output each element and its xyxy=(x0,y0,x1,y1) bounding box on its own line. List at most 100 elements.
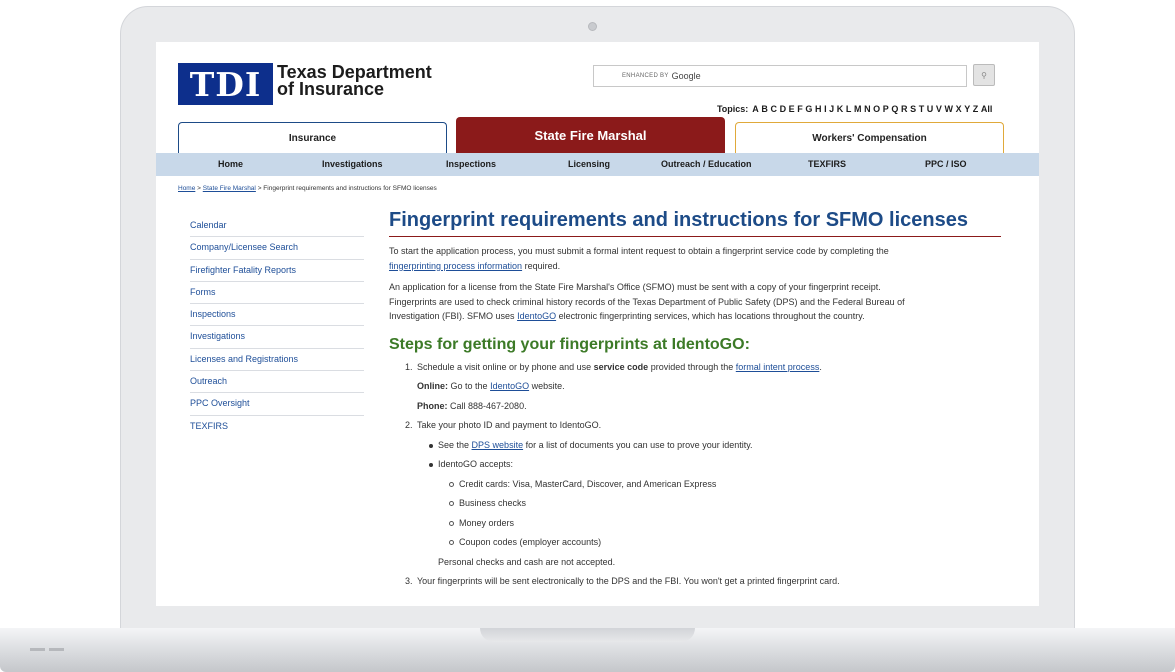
search-input[interactable]: ENHANCED BY Google xyxy=(593,65,967,87)
topic-letter-m[interactable]: M xyxy=(854,104,862,114)
circle-bullet-icon xyxy=(449,481,454,487)
identogo-website-link[interactable]: IdentoGO xyxy=(490,381,529,391)
topic-letter-u[interactable]: U xyxy=(927,104,934,114)
intro-text: To start the application process, you mu… xyxy=(389,246,889,256)
topic-letter-p[interactable]: P xyxy=(883,104,889,114)
intro-text-end: required. xyxy=(524,260,561,271)
step-3: 3. Your fingerprints will be sent electr… xyxy=(389,572,1001,592)
step-number: 2. xyxy=(405,420,413,430)
breadcrumb-state-fire-marshal[interactable]: State Fire Marshal xyxy=(203,185,256,192)
step-1-period: . xyxy=(819,361,822,372)
breadcrumb-separator: > xyxy=(197,185,201,192)
main-nav: Home Investigations Inspections Licensin… xyxy=(156,153,1039,176)
sidebar-item-investigations[interactable]: Investigations xyxy=(190,326,364,349)
topics-index: Topics: A B C D E F G H I J K L M N O P Q R S T U V W X Y Z All xyxy=(717,104,995,114)
intro-paragraph: To start the application process, you mu… xyxy=(389,244,1001,273)
logo-text[interactable]: Texas Department of Insurance xyxy=(277,63,432,98)
formal-intent-link[interactable]: formal intent process xyxy=(736,362,820,372)
topic-letter-w[interactable]: W xyxy=(944,104,953,114)
sidebar-item-calendar[interactable]: Calendar xyxy=(190,215,364,238)
application-text-1: An application for a license from the St… xyxy=(389,282,881,292)
tab-workers-compensation[interactable]: Workers' Compensation xyxy=(735,122,1004,153)
topic-letter-c[interactable]: C xyxy=(770,104,777,114)
logo-mark: TDI xyxy=(189,64,262,104)
identogo-link[interactable]: IdentoGO xyxy=(517,311,556,321)
accept-item-text: Business checks xyxy=(459,498,527,508)
bullet-icon xyxy=(429,443,433,448)
nav-home[interactable]: Home xyxy=(218,159,243,169)
step-number: 3. xyxy=(405,576,413,586)
laptop-notch xyxy=(480,628,695,642)
search-button[interactable]: ⚲ xyxy=(973,64,995,86)
topic-letter-all[interactable]: All xyxy=(981,104,993,114)
topic-letter-d[interactable]: D xyxy=(780,104,787,114)
sidebar-item-outreach[interactable]: Outreach xyxy=(190,371,364,394)
application-text-3: Investigation (FBI). SFMO uses xyxy=(389,311,515,321)
tab-insurance[interactable]: Insurance xyxy=(178,122,447,153)
step-3-text: Your fingerprints will be sent electroni… xyxy=(417,576,840,586)
topic-letter-n[interactable]: N xyxy=(864,104,871,114)
bullet-icon xyxy=(429,463,433,467)
topic-letter-b[interactable]: B xyxy=(761,104,768,114)
topic-letter-j[interactable]: J xyxy=(829,104,834,114)
nav-licensing[interactable]: Licensing xyxy=(568,159,610,169)
topic-letter-y[interactable]: Y xyxy=(964,104,970,114)
topic-letter-t[interactable]: T xyxy=(919,104,925,114)
nav-outreach-education[interactable]: Outreach / Education xyxy=(661,159,752,169)
topic-letter-s[interactable]: S xyxy=(910,104,916,114)
steps-list: 1. Schedule a visit online or by phone a… xyxy=(389,358,1001,592)
online-option: Online: Go to the IdentoGO website. xyxy=(389,377,1001,397)
bullet-accepts-text: IdentoGO accepts: xyxy=(438,459,514,469)
online-text-end: website. xyxy=(531,381,565,391)
topic-letter-o[interactable]: O xyxy=(873,104,880,114)
fingerprinting-process-link[interactable]: fingerprinting process information xyxy=(389,261,522,271)
application-paragraph: An application for a license from the St… xyxy=(389,280,1001,324)
bullet-accepts: IdentoGO accepts: xyxy=(389,455,1001,475)
breadcrumb: Home > State Fire Marshal > Fingerprint … xyxy=(178,185,437,192)
nav-texfirs[interactable]: TEXFIRS xyxy=(808,159,846,169)
topic-letter-l[interactable]: L xyxy=(846,104,852,114)
search-enhanced-label: ENHANCED BY xyxy=(622,73,669,79)
tab-state-fire-marshal[interactable]: State Fire Marshal xyxy=(456,117,725,153)
sidebar-item-forms[interactable]: Forms xyxy=(190,282,364,305)
accept-item: Coupon codes (employer accounts) xyxy=(389,533,1001,553)
nav-investigations[interactable]: Investigations xyxy=(322,159,383,169)
laptop-base-marks xyxy=(30,648,64,651)
topic-letter-x[interactable]: X xyxy=(956,104,962,114)
topic-letter-k[interactable]: K xyxy=(837,104,844,114)
breadcrumb-separator: > xyxy=(257,185,262,192)
sidebar-item-ppc-oversight[interactable]: PPC Oversight xyxy=(190,393,364,416)
nav-inspections[interactable]: Inspections xyxy=(446,159,496,169)
accept-item-text: Money orders xyxy=(459,517,515,528)
steps-heading: Steps for getting your fingerprints at I… xyxy=(389,335,750,353)
sidebar-item-company-licensee-search[interactable]: Company/Licensee Search xyxy=(190,237,364,260)
phone-label: Phone: xyxy=(417,400,448,411)
topic-letter-e[interactable]: E xyxy=(789,104,795,114)
topic-letter-i[interactable]: I xyxy=(824,104,827,114)
nav-ppc-iso[interactable]: PPC / ISO xyxy=(925,159,967,169)
dps-website-link[interactable]: DPS website xyxy=(472,440,524,450)
sidebar-item-inspections[interactable]: Inspections xyxy=(190,304,364,327)
sidebar-item-firefighter-fatality-reports[interactable]: Firefighter Fatality Reports xyxy=(190,260,364,282)
topic-letter-v[interactable]: V xyxy=(936,104,942,114)
topic-letter-g[interactable]: G xyxy=(805,104,812,114)
page-title: Fingerprint requirements and instruction… xyxy=(389,208,1001,237)
not-accepted-text: Personal checks and cash are not accepte… xyxy=(438,556,616,567)
topic-letter-r[interactable]: R xyxy=(901,104,908,114)
topic-letter-f[interactable]: F xyxy=(797,104,803,114)
sidebar-item-licenses-and-registrations[interactable]: Licenses and Registrations xyxy=(190,349,364,372)
sidebar-item-texfirs[interactable]: TEXFIRS xyxy=(190,416,364,438)
tdi-logo[interactable]: TDI xyxy=(178,63,273,105)
topics-label: Topics: xyxy=(716,104,749,114)
step-number: 1. xyxy=(405,361,413,372)
topic-letter-a[interactable]: A xyxy=(752,104,759,114)
step-1-text: Schedule a visit online or by phone and … xyxy=(417,361,592,372)
topic-letter-z[interactable]: Z xyxy=(973,104,979,114)
bullet-dps: See the DPS website for a list of docume… xyxy=(389,436,1001,456)
online-label: Online: xyxy=(417,381,448,391)
topic-letter-q[interactable]: Q xyxy=(891,104,898,114)
main-content: Fingerprint requirements and instruction… xyxy=(389,208,1001,592)
phone-option: Phone: Call 888-467-2080. xyxy=(389,397,1001,417)
breadcrumb-home[interactable]: Home xyxy=(178,185,195,192)
topic-letter-h[interactable]: H xyxy=(815,104,822,114)
